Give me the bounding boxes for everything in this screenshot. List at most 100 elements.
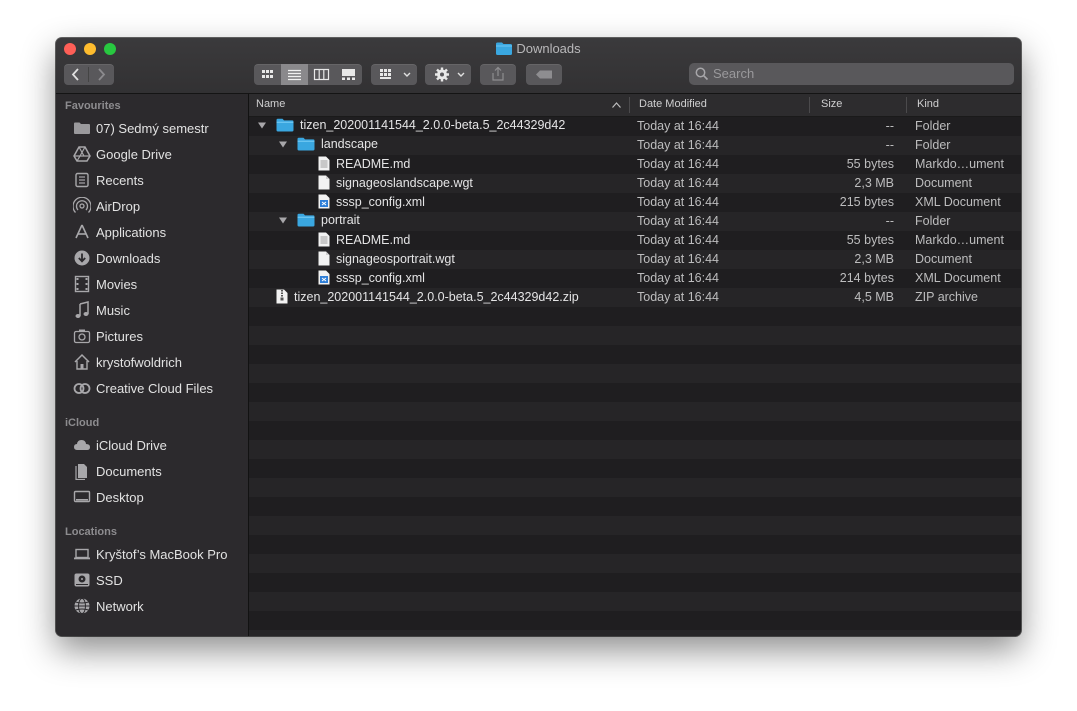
file-row[interactable]: tizen_202001141544_2.0.0-beta.5_2c44329d… bbox=[249, 288, 1021, 307]
recents-icon bbox=[73, 171, 91, 189]
pictures-icon bbox=[73, 327, 91, 345]
search-field[interactable]: Search bbox=[689, 63, 1014, 85]
file-name: signageoslandscape.wgt bbox=[336, 175, 473, 190]
sidebar-item-google-drive[interactable]: Google Drive bbox=[73, 143, 243, 165]
file-name: README.md bbox=[336, 156, 411, 171]
action-button[interactable] bbox=[425, 64, 471, 85]
xml-file-icon bbox=[318, 270, 330, 285]
file-name-cell: portrait bbox=[278, 213, 360, 227]
file-list: Name Date Modified Size Kind tizen_20200… bbox=[249, 94, 1021, 636]
icon-view-button[interactable] bbox=[254, 64, 281, 85]
file-name: landscape bbox=[321, 137, 378, 151]
file-date: Today at 16:44 bbox=[637, 271, 720, 285]
document-icon bbox=[318, 175, 330, 190]
folder-icon bbox=[73, 119, 91, 137]
file-row[interactable]: README.md Today at 16:44 55 bytes Markdo…um… bbox=[249, 231, 1021, 250]
file-row[interactable]: signageoslandscape.wgt Today at 16:44 2,3 … bbox=[249, 174, 1021, 193]
sidebar-item-airdrop[interactable]: AirDrop bbox=[73, 195, 243, 217]
file-name-cell: signageoslandscape.wgt bbox=[299, 175, 473, 190]
sidebar-item-network[interactable]: Network bbox=[73, 595, 243, 617]
file-row[interactable]: landscape Today at 16:44 -- Folder bbox=[249, 136, 1021, 155]
sidebar-item-creative-cloud-files[interactable]: Creative Cloud Files bbox=[73, 377, 243, 399]
window-title: Downloads bbox=[56, 41, 1021, 58]
sidebar-item-movies[interactable]: Movies bbox=[73, 273, 243, 295]
file-row[interactable]: portrait Today at 16:44 -- Folder bbox=[249, 212, 1021, 231]
sidebar-item-label: Google Drive bbox=[96, 146, 172, 162]
sidebar-item-desktop[interactable]: Desktop bbox=[73, 486, 243, 508]
file-kind: Document bbox=[915, 252, 972, 266]
file-kind: ZIP archive bbox=[915, 290, 978, 304]
sidebar-item-downloads[interactable]: Downloads bbox=[73, 247, 243, 269]
forward-button[interactable] bbox=[89, 64, 114, 85]
music-icon bbox=[73, 301, 91, 319]
tags-button[interactable] bbox=[526, 64, 562, 85]
sidebar-item-recents[interactable]: Recents bbox=[73, 169, 243, 191]
disclosure-triangle-icon[interactable] bbox=[278, 139, 288, 149]
file-row[interactable]: sssp_config.xml Today at 16:44 215 bytes XM… bbox=[249, 193, 1021, 212]
sidebar-item-label: krystofwoldrich bbox=[96, 354, 182, 370]
gallery-view-button[interactable] bbox=[335, 64, 362, 85]
file-date: Today at 16:44 bbox=[637, 233, 720, 247]
file-date: Today at 16:44 bbox=[637, 214, 720, 228]
file-rows: tizen_202001141544_2.0.0-beta.5_2c44329d… bbox=[249, 117, 1021, 636]
laptop-icon bbox=[73, 545, 91, 563]
sidebar-item-pictures[interactable]: Pictures bbox=[73, 325, 243, 347]
folder-icon bbox=[276, 118, 294, 132]
sidebar-item-07-sedm-semestr[interactable]: 07) Sedmý semestr bbox=[73, 117, 243, 139]
column-header-bar: Name Date Modified Size Kind bbox=[249, 94, 1021, 117]
group-grid-icon bbox=[380, 69, 411, 79]
file-row[interactable]: sssp_config.xml Today at 16:44 214 bytes XM… bbox=[249, 269, 1021, 288]
file-name-cell: README.md bbox=[299, 232, 410, 247]
sidebar-item-music[interactable]: Music bbox=[73, 299, 243, 321]
share-button[interactable] bbox=[480, 64, 516, 85]
desktop-icon bbox=[73, 488, 91, 506]
sidebar-item-label: Music bbox=[96, 302, 130, 318]
sidebar-item-documents[interactable]: Documents bbox=[73, 460, 243, 482]
disclosure-triangle-icon[interactable] bbox=[278, 215, 288, 225]
file-size: -- bbox=[885, 119, 894, 133]
file-name-cell: README.md bbox=[299, 156, 410, 171]
search-placeholder: Search bbox=[713, 66, 755, 81]
chevron-left-icon bbox=[71, 68, 79, 81]
column-header-size[interactable]: Size bbox=[821, 98, 842, 110]
sidebar: Favourites 07) Sedmý semestr Google Drive R… bbox=[56, 94, 249, 636]
gallery-icon bbox=[342, 69, 355, 80]
back-forward-control bbox=[64, 64, 114, 85]
sidebar-section-locations: Locations bbox=[65, 526, 117, 538]
file-kind: Document bbox=[915, 176, 972, 190]
column-header-kind[interactable]: Kind bbox=[917, 98, 939, 110]
sidebar-item-applications[interactable]: Applications bbox=[73, 221, 243, 243]
file-size: 215 bytes bbox=[839, 195, 894, 209]
view-mode-control bbox=[254, 64, 362, 85]
group-by-button[interactable] bbox=[371, 64, 417, 85]
file-size: 2,3 MB bbox=[854, 176, 894, 190]
file-row[interactable]: tizen_202001141544_2.0.0-beta.5_2c44329d… bbox=[249, 117, 1021, 136]
sidebar-item-ssd[interactable]: SSD bbox=[73, 569, 243, 591]
file-name: sssp_config.xml bbox=[336, 270, 425, 285]
search-icon bbox=[695, 67, 709, 81]
back-button[interactable] bbox=[64, 64, 88, 85]
file-row[interactable]: signageosportrait.wgt Today at 16:44 2,3 M… bbox=[249, 250, 1021, 269]
file-size: 55 bytes bbox=[846, 157, 894, 171]
home-icon bbox=[73, 353, 91, 371]
file-row[interactable]: README.md Today at 16:44 55 bytes Markdo…um… bbox=[249, 155, 1021, 174]
column-header-name[interactable]: Name bbox=[256, 98, 285, 110]
finder-window: Downloads Search Favourites 07) Sedmý se… bbox=[56, 38, 1021, 636]
file-name-cell: sssp_config.xml bbox=[299, 194, 425, 209]
column-header-date[interactable]: Date Modified bbox=[639, 98, 707, 110]
file-size: 55 bytes bbox=[846, 233, 894, 247]
sidebar-item-kry-tof-s-macbook-pro[interactable]: Kryštof’s MacBook Pro bbox=[73, 543, 243, 565]
file-kind: XML Document bbox=[915, 195, 1001, 209]
column-view-button[interactable] bbox=[308, 64, 335, 85]
disclosure-triangle-icon[interactable] bbox=[257, 120, 267, 130]
sidebar-item-krystofwoldrich[interactable]: krystofwoldrich bbox=[73, 351, 243, 373]
grid-icon bbox=[262, 70, 273, 78]
sidebar-item-label: Network bbox=[96, 598, 144, 614]
list-view-button[interactable] bbox=[281, 64, 308, 85]
chevron-right-icon bbox=[98, 68, 106, 81]
sidebar-item-icloud-drive[interactable]: iCloud Drive bbox=[73, 434, 243, 456]
network-icon bbox=[73, 597, 91, 615]
